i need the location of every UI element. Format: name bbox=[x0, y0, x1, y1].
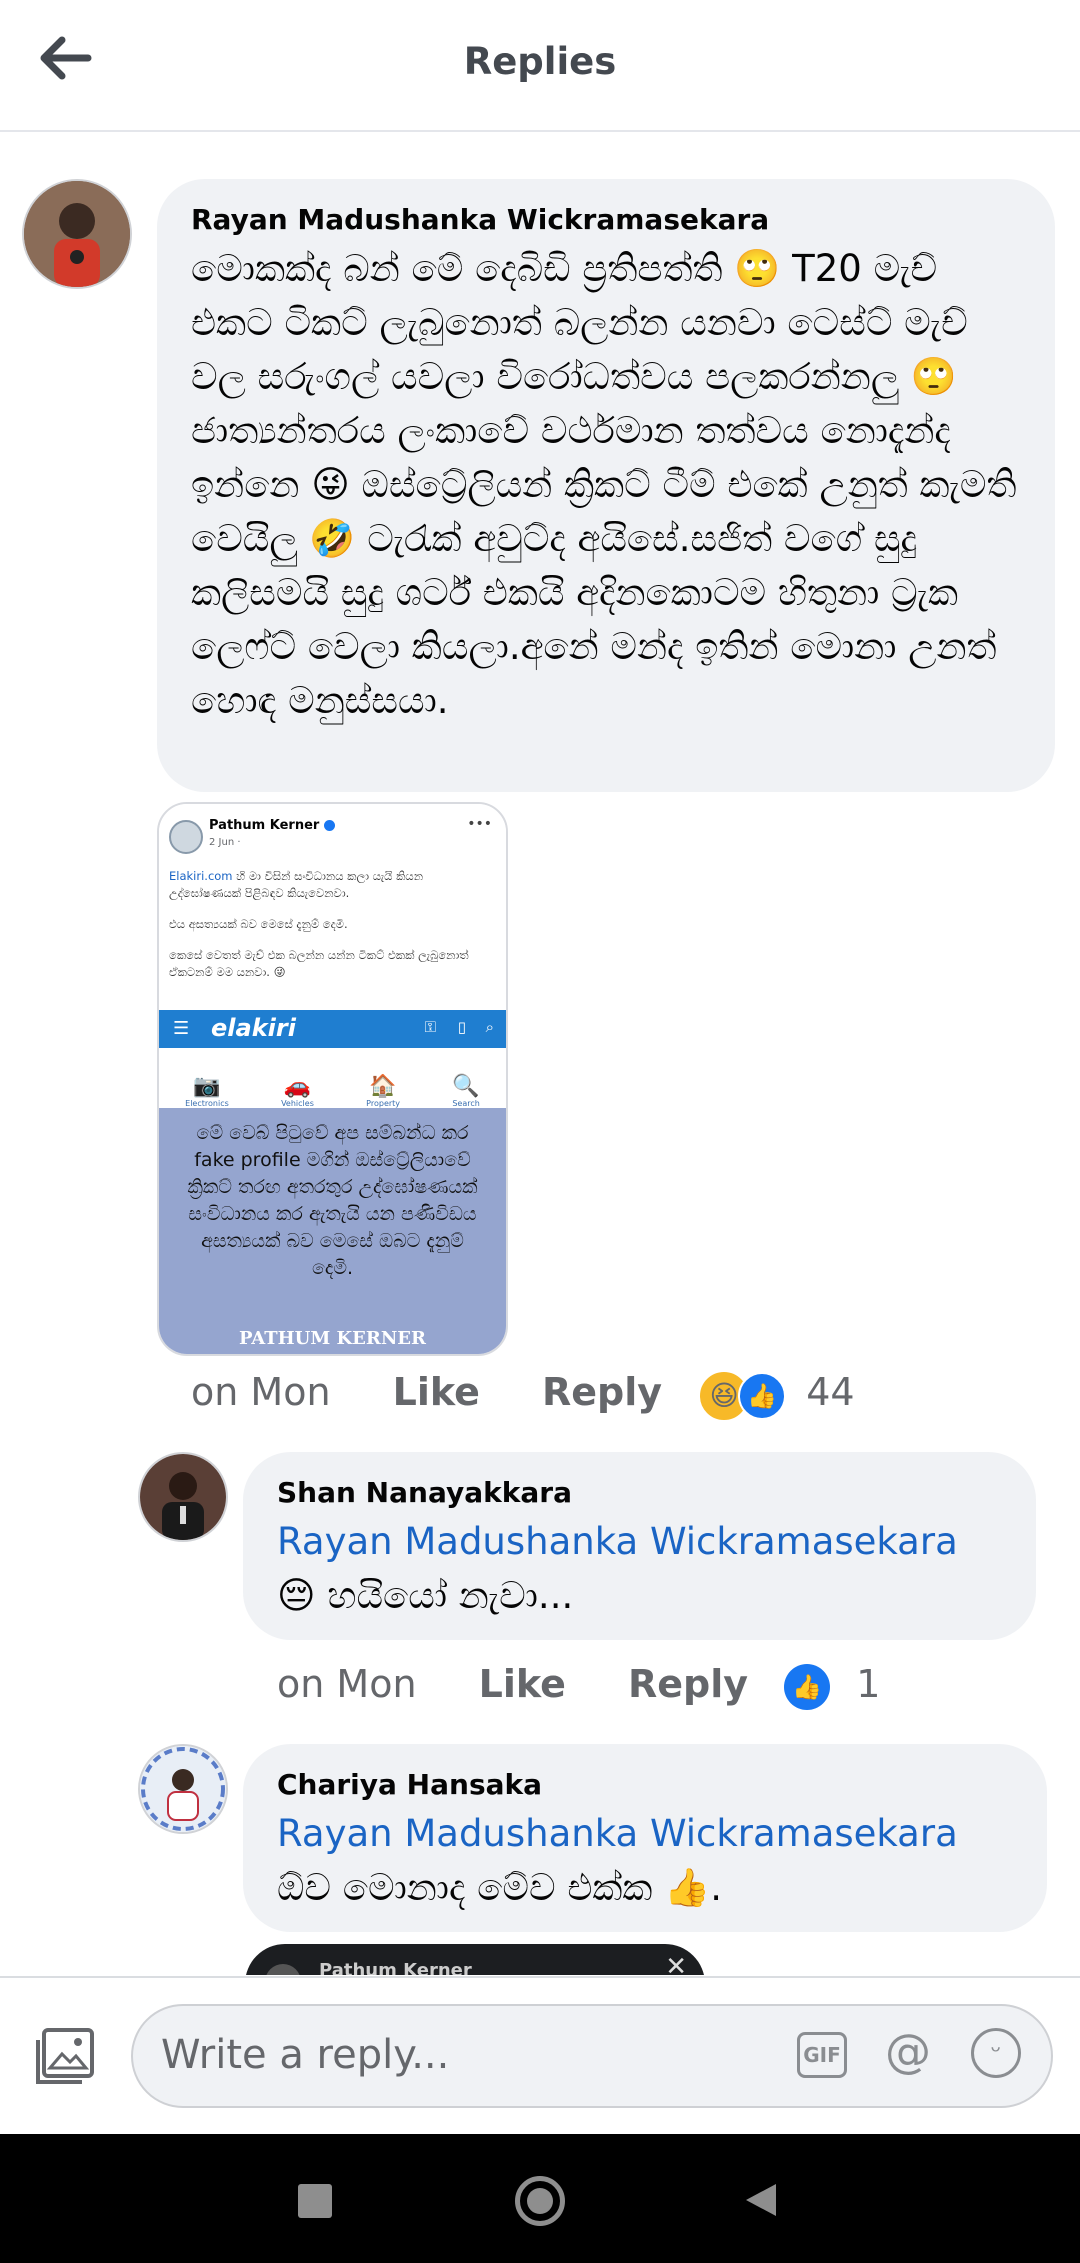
gif-button[interactable]: GIF bbox=[797, 2032, 847, 2078]
avatar-image bbox=[24, 181, 130, 287]
reply-time: on Mon bbox=[277, 1662, 417, 1706]
preview-avatar bbox=[265, 1964, 301, 1975]
page-title: Replies bbox=[463, 40, 617, 83]
reaction-count: 44 bbox=[806, 1370, 855, 1414]
reply-bubble[interactable]: Chariya Hansaka Rayan Madushanka Wickram… bbox=[243, 1744, 1047, 1932]
avatar[interactable] bbox=[22, 179, 132, 289]
elakiri-categories: 📷 Electronics 🚗 Vehicles 🏠 Property 🔍 Search bbox=[159, 1048, 506, 1108]
emoji-icon[interactable]: ᵕ bbox=[971, 2028, 1021, 2078]
key-icon: ⚿ bbox=[424, 1018, 436, 1036]
clipboard-icon: ▯ bbox=[457, 1018, 466, 1036]
like-button[interactable]: Like bbox=[479, 1662, 566, 1706]
mention-link[interactable]: Rayan Madushanka Wickramasekara bbox=[277, 1520, 958, 1563]
comment-bubble[interactable]: Rayan Madushanka Wickramasekara මොකක්ද බ… bbox=[157, 179, 1055, 792]
header-bar: Replies bbox=[0, 0, 1080, 132]
notice-text: මේ වෙබ් පිටුවේ අප සම්බන්ධ කර fake profil… bbox=[187, 1122, 478, 1279]
reply-button[interactable]: Reply bbox=[542, 1370, 662, 1414]
like-reaction-icon[interactable]: 👍 bbox=[784, 1663, 831, 1710]
avatar-image bbox=[140, 1454, 226, 1540]
comment-text: මොකක්ද බන් මේ දෙබිඩි ප්‍රතිපත්ති 🙄 T20 ම… bbox=[191, 247, 1017, 722]
system-nav-bar bbox=[0, 2134, 1080, 2263]
mention-link[interactable]: Rayan Madushanka Wickramasekara bbox=[277, 1812, 958, 1855]
category-vehicles: 🚗 Vehicles bbox=[281, 1074, 314, 1108]
magnifier-icon: 🔍 bbox=[452, 1074, 480, 1099]
reply-attachment-preview[interactable]: Pathum Kerner ✕ bbox=[245, 1944, 705, 1975]
attachment-avatar bbox=[169, 820, 203, 854]
home-button[interactable] bbox=[515, 2176, 565, 2226]
reply-actions: on Mon Like Reply 👍 1 bbox=[277, 1654, 880, 1714]
reply-bubble[interactable]: Shan Nanayakkara Rayan Madushanka Wickra… bbox=[243, 1452, 1036, 1640]
preview-author: Pathum Kerner bbox=[319, 1960, 472, 1975]
attachment-post-link: Elakiri.com bbox=[169, 869, 233, 883]
more-options-icon: ••• bbox=[467, 816, 492, 832]
category-property: 🏠 Property bbox=[366, 1074, 401, 1108]
reply-input[interactable]: Write a reply... GIF @ ᵕ bbox=[131, 2004, 1053, 2108]
attachment-notice: මේ වෙබ් පිටුවේ අප සම්බන්ධ කර fake profil… bbox=[159, 1108, 506, 1354]
elakiri-logo: elakiri bbox=[211, 1014, 296, 1042]
avatar[interactable] bbox=[138, 1744, 228, 1834]
like-reaction-icon: 👍 bbox=[738, 1371, 787, 1420]
reply-author[interactable]: Chariya Hansaka bbox=[277, 1768, 1013, 1801]
reaction-count: 1 bbox=[856, 1662, 881, 1706]
comment-actions: on Mon Like Reply 😆 👍 44 bbox=[191, 1362, 855, 1422]
notice-footer-name: PATHUM KERNER bbox=[239, 1328, 426, 1349]
attachment-post-text: Elakiri.com හි මා විසින් සංවිධානය කලා යැ… bbox=[169, 869, 469, 979]
comment-author[interactable]: Rayan Madushanka Wickramasekara bbox=[191, 203, 1021, 236]
photo-attach-icon[interactable] bbox=[34, 2026, 98, 2086]
comment-time: on Mon bbox=[191, 1370, 331, 1414]
elakiri-site-banner: ☰ elakiri ⚿ ▯ ⌕ bbox=[159, 1010, 506, 1048]
replies-thread: Rayan Madushanka Wickramasekara මොකක්ද බ… bbox=[0, 132, 1080, 1975]
avatar-image bbox=[140, 1746, 226, 1832]
reply-button[interactable]: Reply bbox=[628, 1662, 748, 1706]
preview-close-icon[interactable]: ✕ bbox=[665, 1952, 687, 1975]
reply-placeholder: Write a reply... bbox=[161, 2032, 450, 2078]
vehicles-icon: 🚗 bbox=[283, 1074, 312, 1099]
attachment-post-date: 2 Jun · bbox=[209, 837, 241, 848]
comment-attachment-image[interactable]: Pathum Kerner 2 Jun · ••• Elakiri.com හි… bbox=[157, 802, 508, 1356]
reply-composer: Write a reply... GIF @ ᵕ bbox=[0, 1976, 1080, 2136]
like-button[interactable]: Like bbox=[393, 1370, 480, 1414]
attachment-post-header: Pathum Kerner 2 Jun · ••• Elakiri.com හි… bbox=[159, 804, 506, 1024]
reaction-icons[interactable]: 😆 👍 bbox=[698, 1368, 787, 1422]
reply-text: Rayan Madushanka Wickramasekara 😔 හයියෝ … bbox=[277, 1520, 958, 1617]
back-button[interactable] bbox=[740, 2180, 780, 2220]
hamburger-icon: ☰ bbox=[173, 1018, 190, 1039]
mention-at-icon[interactable]: @ bbox=[885, 2024, 931, 2078]
attachment-post-author: Pathum Kerner bbox=[209, 818, 320, 833]
property-icon: 🏠 bbox=[369, 1074, 397, 1099]
category-search: 🔍 Search bbox=[452, 1074, 480, 1108]
reply-author[interactable]: Shan Nanayakkara bbox=[277, 1476, 1002, 1509]
search-icon: ⌕ bbox=[485, 1018, 494, 1036]
category-electronics: 📷 Electronics bbox=[185, 1074, 229, 1108]
reply-text: Rayan Madushanka Wickramasekara ඕව මොනාද… bbox=[277, 1812, 958, 1909]
avatar[interactable] bbox=[138, 1452, 228, 1542]
verified-badge-icon bbox=[323, 820, 335, 831]
electronics-icon: 📷 bbox=[193, 1074, 221, 1099]
recents-button[interactable] bbox=[298, 2184, 332, 2218]
